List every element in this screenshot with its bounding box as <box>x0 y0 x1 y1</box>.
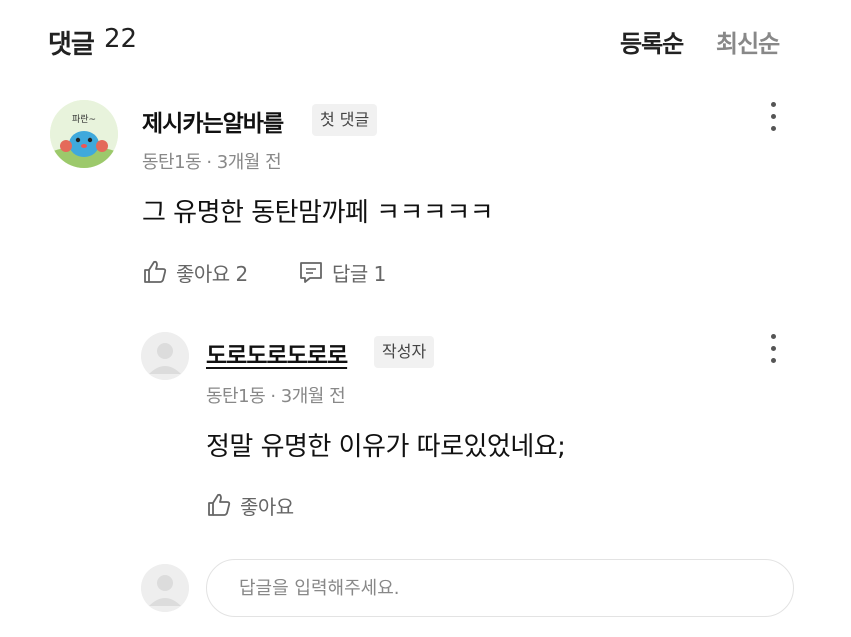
like-button[interactable]: 좋아요 2 <box>142 257 248 287</box>
cartoon-character-avatar-icon: 파란~ <box>50 100 118 168</box>
reply-input[interactable] <box>206 559 794 617</box>
more-options-icon[interactable] <box>764 98 784 138</box>
comment-author[interactable]: 제시카는알바를 <box>142 104 284 138</box>
reply-avatar[interactable] <box>141 332 189 380</box>
comments-title: 댓글 <box>48 30 95 60</box>
default-user-icon <box>141 564 189 612</box>
avatar-text: 파란~ <box>72 113 96 125</box>
reply-more-options-icon[interactable] <box>764 330 784 370</box>
comment-text: 그 유명한 동탄맘까페 ㅋㅋㅋㅋㅋ <box>142 198 494 228</box>
reply-text: 정말 유명한 이유가 따로있었네요; <box>206 432 566 462</box>
reply-meta: 동탄1동 · 3개월 전 <box>206 386 346 407</box>
comments-count: 22 <box>104 24 138 54</box>
author-badge: 작성자 <box>374 336 435 368</box>
reply-like-button[interactable]: 좋아요 <box>206 490 294 520</box>
reply-bubble-icon <box>300 262 322 283</box>
reply-button[interactable]: 답글 1 <box>298 257 386 287</box>
sort-registered-tab[interactable]: 등록순 <box>620 24 684 59</box>
reply-author[interactable]: 도로도로도로로 <box>206 336 348 370</box>
like-label: 좋아요 2 <box>176 261 248 286</box>
reply-like-label: 좋아요 <box>240 494 294 519</box>
comments-header: 댓글 22 등록순 최신순 <box>0 0 851 80</box>
thumbs-up-icon <box>144 260 167 283</box>
thumbs-up-icon <box>208 493 231 516</box>
first-comment-badge: 첫 댓글 <box>312 104 378 136</box>
avatar[interactable]: 파란~ <box>50 100 118 168</box>
current-user-avatar <box>141 564 189 612</box>
sort-latest-tab[interactable]: 최신순 <box>716 24 780 59</box>
default-user-icon <box>141 332 189 380</box>
reply-label: 답글 1 <box>332 261 386 286</box>
comment-meta: 동탄1동 · 3개월 전 <box>142 152 282 173</box>
